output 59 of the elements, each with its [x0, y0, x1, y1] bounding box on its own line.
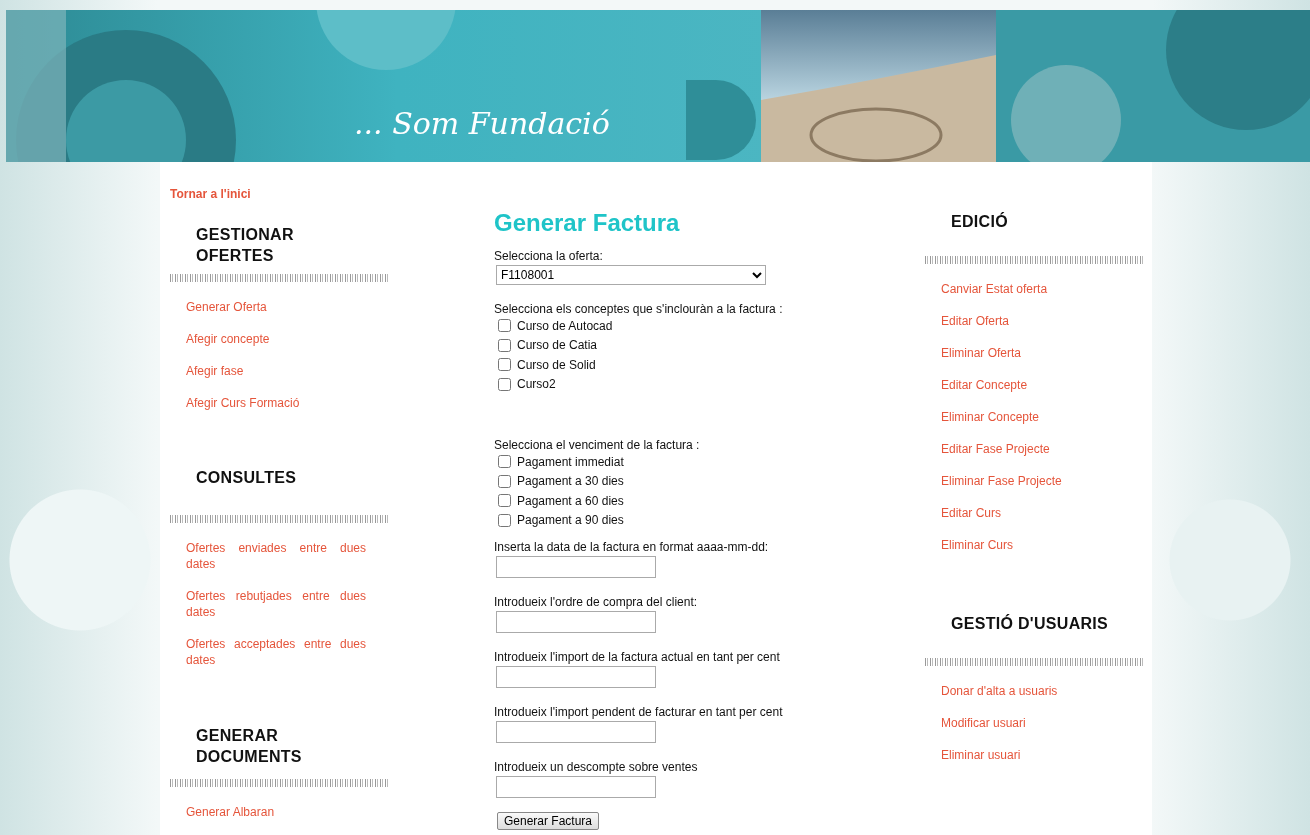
menu-link[interactable]: Eliminar Curs — [941, 537, 1143, 553]
menu-link[interactable]: Afegir fase — [186, 363, 366, 379]
input-field[interactable] — [496, 556, 656, 578]
banner-slogan: ... Som Fundació — [354, 106, 610, 141]
input-field[interactable] — [496, 666, 656, 688]
menu-link[interactable]: Ofertes acceptades entre dues dates — [186, 636, 366, 668]
checkbox-label: Pagament a 60 dies — [517, 493, 624, 508]
field-label: Selecciona els conceptes que s'inclouràn a la factura : — [494, 302, 784, 316]
menu-link[interactable]: Ofertes enviades entre dues dates — [186, 540, 366, 572]
section-heading: EDICIÓ — [951, 211, 1008, 232]
menu-link[interactable]: Editar Concepte — [941, 377, 1143, 393]
back-link[interactable]: Tornar a l'inici — [170, 186, 350, 224]
menu-link[interactable]: Editar Oferta — [941, 313, 1143, 329]
input-field[interactable] — [496, 776, 656, 798]
field-label: Selecciona la oferta: — [494, 249, 604, 263]
offer-dropdown[interactable]: F1108001 — [496, 265, 766, 285]
menu-link[interactable]: Canviar Estat oferta — [941, 281, 1143, 297]
checkbox-label: Curso2 — [517, 377, 556, 392]
field-label: Introdueix un descompte sobre ventes — [494, 760, 699, 774]
field-label: Introdueix l'import de la factura actual en tant per cent — [494, 650, 781, 664]
section-heading: CONSULTES — [196, 468, 298, 488]
field-label: Selecciona el venciment de la factura : — [494, 438, 701, 452]
input-field[interactable] — [496, 611, 656, 633]
checkbox-label: Pagament a 90 dies — [517, 513, 624, 528]
checkbox[interactable] — [498, 513, 511, 527]
checkbox[interactable] — [498, 474, 511, 488]
input-field[interactable] — [496, 721, 656, 743]
menu-link[interactable]: Afegir Curs Formació — [186, 395, 366, 411]
page-title: Generar Factura — [494, 209, 681, 237]
menu-link[interactable]: Generar Oferta — [186, 299, 366, 315]
section-heading: GENERAR DOCUMENTS — [196, 726, 303, 767]
menu-link[interactable]: Donar d'alta a usuaris — [941, 683, 1143, 699]
menu-link[interactable]: Editar Curs — [941, 505, 1143, 521]
checkbox-label: Curso de Solid — [517, 357, 596, 372]
field-label: Inserta la data de la factura en format aaaa-mm-dd: — [494, 540, 770, 554]
checkbox[interactable] — [498, 338, 511, 352]
checkbox-label: Curso de Autocad — [517, 318, 613, 333]
menu-link[interactable]: Modificar usuari — [941, 715, 1143, 731]
menu-link[interactable]: Editar Fase Projecte — [941, 441, 1143, 457]
field-label: Introdueix l'import pendent de facturar en tant per cent — [494, 705, 784, 719]
checkbox-label: Pagament a 30 dies — [517, 474, 624, 489]
menu-link[interactable]: Generar Albaran — [186, 804, 366, 820]
menu-link[interactable]: Eliminar usuari — [941, 747, 1143, 763]
section-heading: GESTIONAR OFERTES — [196, 225, 295, 266]
checkbox[interactable] — [498, 455, 511, 469]
menu-link[interactable]: Eliminar Fase Projecte — [941, 473, 1143, 489]
checkbox[interactable] — [498, 358, 511, 372]
checkbox-label: Curso de Catia — [517, 338, 598, 353]
section-heading: GESTIÓ D'USUARIS — [951, 613, 1109, 634]
menu-link[interactable]: Afegir concepte — [186, 331, 366, 347]
menu-link[interactable]: Eliminar Concepte — [941, 409, 1143, 425]
checkbox[interactable] — [498, 319, 511, 333]
checkbox[interactable] — [498, 377, 511, 391]
field-label: Introdueix l'ordre de compra del client: — [494, 595, 699, 609]
menu-link[interactable]: Eliminar Oferta — [941, 345, 1143, 361]
checkbox-label: Pagament immediat — [517, 454, 624, 469]
menu-link[interactable]: Ofertes rebutjades entre dues dates — [186, 588, 366, 620]
submit-button[interactable]: Generar Factura — [497, 812, 600, 830]
checkbox[interactable] — [498, 494, 511, 508]
